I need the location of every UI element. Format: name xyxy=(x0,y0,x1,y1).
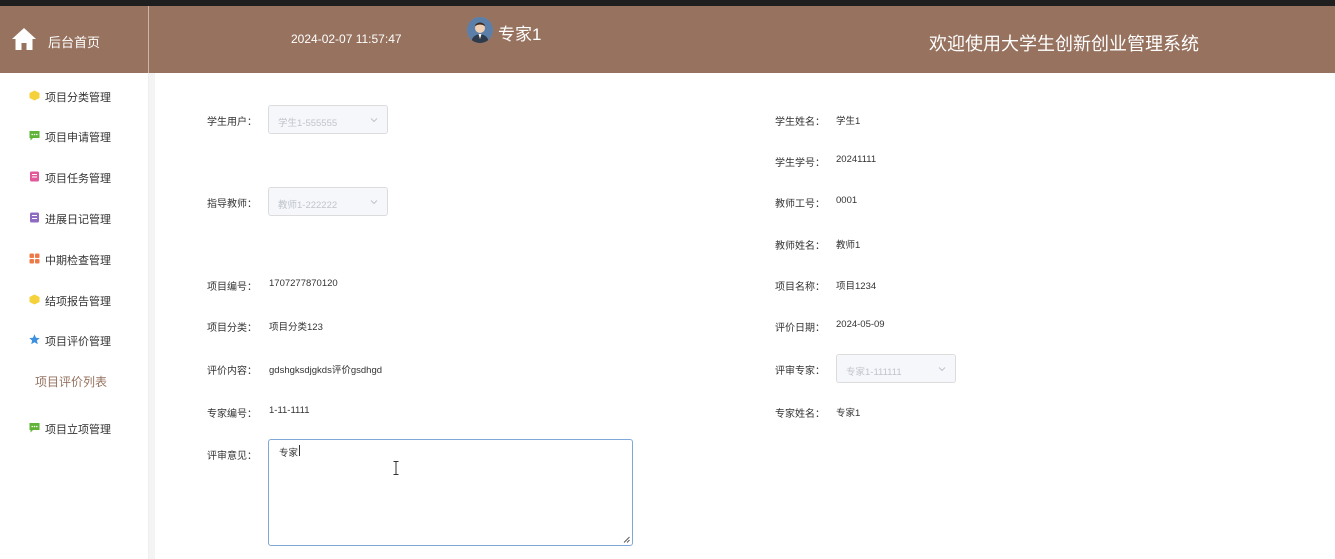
opinion-textarea[interactable]: 专家 xyxy=(268,439,633,546)
reviewer-select[interactable]: 专家1-111111 xyxy=(836,354,956,383)
sidebar-item-label: 项目分类管理 xyxy=(45,92,111,104)
project-category-value: 项目分类123 xyxy=(269,322,323,333)
student-no-label: 学生学号： xyxy=(775,158,825,169)
sidebar-item-midterm[interactable]: 中期检查管理 xyxy=(0,247,149,271)
opinion-label: 评审意见： xyxy=(207,451,257,462)
expert-name-label: 专家姓名： xyxy=(775,409,825,420)
sidebar-subitem-evaluation-list[interactable]: 项目评价列表 xyxy=(35,373,107,390)
teacher-value: 教师1-222222 xyxy=(278,200,338,211)
sidebar-item-label: 中期检查管理 xyxy=(45,255,111,267)
sidebar-item-evaluation[interactable]: 项目评价管理 xyxy=(0,328,149,352)
project-category-label: 项目分类： xyxy=(207,323,257,334)
student-name-value: 学生1 xyxy=(836,116,861,127)
cube-icon xyxy=(29,90,40,101)
grid-icon xyxy=(29,253,40,264)
eval-content-value: gdshgksdjgkds评价gsdhgd xyxy=(269,365,383,376)
expert-name-value: 专家1 xyxy=(836,408,861,419)
text-caret xyxy=(299,445,300,456)
student-user-label: 学生用户： xyxy=(207,117,257,128)
user-avatar xyxy=(467,17,493,43)
sidebar-item-label: 项目立项管理 xyxy=(45,424,111,436)
teacher-select[interactable]: 教师1-222222 xyxy=(268,187,388,216)
teacher-name-label: 教师姓名： xyxy=(775,241,825,252)
resize-handle-icon[interactable] xyxy=(623,536,630,543)
reviewer-value: 专家1-111111 xyxy=(846,367,902,378)
sidebar-item-approval[interactable]: 项目立项管理 xyxy=(0,416,149,440)
sidebar-item-label: 进展日记管理 xyxy=(45,214,111,226)
expert-no-label: 专家编号： xyxy=(207,409,257,420)
teacher-no-value: 0001 xyxy=(836,195,858,206)
sidebar-item-label: 结项报告管理 xyxy=(45,296,111,308)
evaluation-form: 学生用户： 学生1-555555 学生姓名： 学生1 学生学号： 2024111… xyxy=(155,73,1335,559)
avatar-icon xyxy=(467,17,493,43)
clipboard-icon xyxy=(30,171,39,182)
cube-icon xyxy=(29,294,40,305)
sidebar-item-category[interactable]: 项目分类管理 xyxy=(0,84,149,108)
student-user-select[interactable]: 学生1-555555 xyxy=(268,105,388,134)
student-no-value: 20241111 xyxy=(836,154,877,165)
home-link[interactable]: 后台首页 xyxy=(0,6,149,73)
sidebar-item-label: 项目评价管理 xyxy=(45,336,111,348)
current-datetime: 2024-02-07 11:57:47 xyxy=(291,32,402,46)
chevron-down-icon xyxy=(938,367,946,372)
chat-icon xyxy=(29,131,40,141)
project-name-label: 项目名称： xyxy=(775,282,825,293)
expert-no-value: 1-11-1111 xyxy=(269,405,310,416)
sidebar-item-label: 项目任务管理 xyxy=(45,173,111,185)
eval-date-label: 评价日期： xyxy=(775,323,825,334)
project-no-value: 1707277870120 xyxy=(269,278,338,289)
star-icon xyxy=(29,334,40,345)
sidebar-item-task[interactable]: 项目任务管理 xyxy=(0,165,149,189)
reviewer-label: 评审专家： xyxy=(775,366,825,377)
header: 后台首页 2024-02-07 11:57:47 专家1 欢迎使用大学生创新创业… xyxy=(0,6,1335,73)
project-no-label: 项目编号： xyxy=(207,282,257,293)
sidebar-item-diary[interactable]: 进展日记管理 xyxy=(0,206,149,230)
home-label: 后台首页 xyxy=(48,35,101,50)
chevron-down-icon xyxy=(370,200,378,205)
eval-date-value: 2024-05-09 xyxy=(836,319,885,330)
site-title: 欢迎使用大学生创新创业管理系统 xyxy=(929,34,1199,54)
user-name[interactable]: 专家1 xyxy=(498,20,541,45)
home-icon xyxy=(12,28,36,50)
text-cursor-icon xyxy=(393,461,399,475)
teacher-name-value: 教师1 xyxy=(836,240,861,251)
project-name-value: 项目1234 xyxy=(836,281,877,292)
chevron-down-icon xyxy=(370,118,378,123)
notebook-icon xyxy=(30,212,39,223)
student-user-value: 学生1-555555 xyxy=(278,118,338,129)
teacher-no-label: 教师工号： xyxy=(775,199,825,210)
sidebar: 项目分类管理 项目申请管理 项目任务管理 进展日记管理 中期检查管理 结项报告管… xyxy=(0,73,149,559)
opinion-text: 专家 xyxy=(279,448,299,459)
eval-content-label: 评价内容： xyxy=(207,366,257,377)
sidebar-item-application[interactable]: 项目申请管理 xyxy=(0,124,149,148)
sidebar-item-final-report[interactable]: 结项报告管理 xyxy=(0,288,149,312)
student-name-label: 学生姓名： xyxy=(775,117,825,128)
sidebar-item-label: 项目申请管理 xyxy=(45,132,111,144)
teacher-label: 指导教师： xyxy=(207,199,257,210)
chat-icon xyxy=(29,423,40,433)
